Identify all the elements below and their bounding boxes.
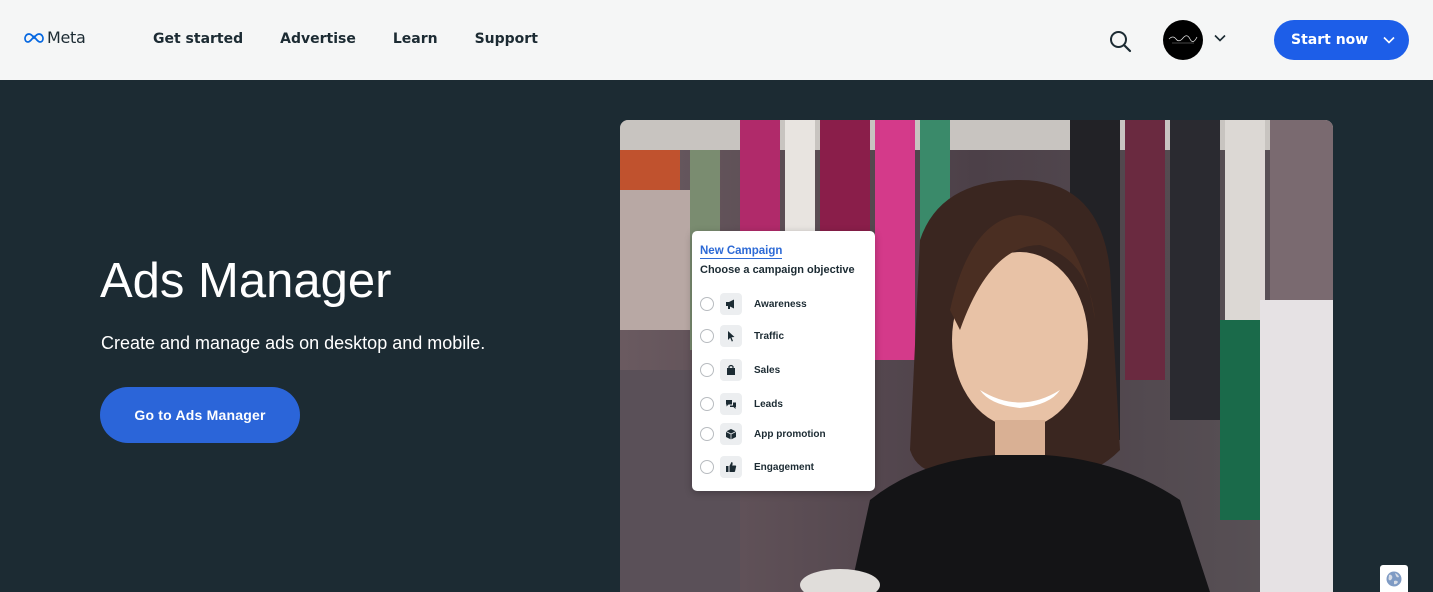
objective-label: Leads: [754, 398, 783, 410]
radio-button[interactable]: [700, 297, 714, 311]
card-subtitle: Choose a campaign objective: [700, 264, 855, 276]
objective-option-app-promotion[interactable]: App promotion: [700, 423, 826, 445]
avatar-signature-icon: [1168, 35, 1198, 44]
new-campaign-link[interactable]: New Campaign: [700, 245, 783, 259]
meta-logo[interactable]: Meta: [24, 28, 86, 47]
profile-avatar[interactable]: [1163, 20, 1203, 60]
main-nav: Get started Advertise Learn Support: [153, 31, 575, 47]
nav-item-learn[interactable]: Learn: [393, 31, 438, 47]
account-menu-chevron-icon[interactable]: [1213, 31, 1227, 45]
page-title: Ads Manager: [100, 254, 392, 308]
objective-label: App promotion: [754, 428, 826, 440]
objective-option-sales[interactable]: Sales: [700, 359, 780, 381]
meta-infinity-icon: [24, 32, 44, 43]
box-icon: [725, 429, 737, 440]
meta-logo-text: Meta: [47, 28, 86, 47]
objective-option-awareness[interactable]: Awareness: [700, 293, 807, 315]
go-to-ads-manager-label: Go to Ads Manager: [134, 407, 266, 423]
nav-item-get-started[interactable]: Get started: [153, 31, 243, 47]
start-now-label: Start now: [1291, 32, 1369, 48]
radio-button[interactable]: [700, 427, 714, 441]
chat-bubbles-icon: [726, 400, 736, 409]
megaphone-icon: [726, 299, 734, 309]
thumbs-up-icon: [726, 462, 737, 472]
page-subtitle: Create and manage ads on desktop and mob…: [101, 333, 486, 353]
radio-button[interactable]: [700, 460, 714, 474]
objective-label: Traffic: [754, 330, 785, 342]
go-to-ads-manager-button[interactable]: Go to Ads Manager: [100, 387, 300, 443]
search-button[interactable]: [1108, 29, 1132, 53]
objective-label: Engagement: [754, 461, 815, 473]
shopping-bag-icon: [727, 364, 735, 375]
language-selector-button[interactable]: [1380, 565, 1408, 592]
globe-icon: [1386, 571, 1402, 586]
top-navigation-bar: Meta Get started Advertise Learn Support…: [0, 0, 1433, 80]
chevron-down-icon: [1383, 36, 1395, 44]
campaign-objective-card: New Campaign Choose a campaign objective…: [692, 231, 875, 491]
radio-button[interactable]: [700, 329, 714, 343]
start-now-button[interactable]: Start now: [1274, 20, 1409, 60]
objective-option-leads[interactable]: Leads: [700, 393, 783, 415]
objective-label: Awareness: [754, 298, 807, 310]
nav-item-support[interactable]: Support: [475, 31, 538, 47]
objective-label: Sales: [754, 364, 781, 376]
objective-option-engagement[interactable]: Engagement: [700, 456, 814, 478]
radio-button[interactable]: [700, 397, 714, 411]
nav-item-advertise[interactable]: Advertise: [280, 31, 356, 47]
cursor-icon: [728, 331, 735, 342]
objective-option-traffic[interactable]: Traffic: [700, 325, 784, 347]
radio-button[interactable]: [700, 363, 714, 377]
search-icon: [1110, 31, 1132, 53]
